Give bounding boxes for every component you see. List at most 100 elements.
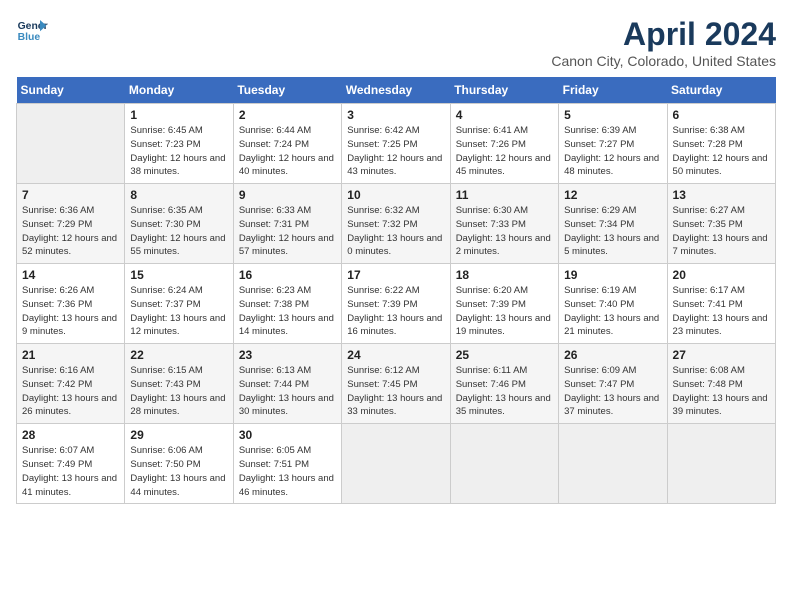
day-number: 6 bbox=[673, 108, 770, 122]
day-number: 4 bbox=[456, 108, 553, 122]
calendar-cell-w1-d5: 4Sunrise: 6:41 AMSunset: 7:26 PMDaylight… bbox=[450, 104, 558, 184]
calendar-cell-w4-d5: 25 Sunrise: 6:11 AMSunset: 7:46 PMDayligh… bbox=[450, 344, 558, 424]
day-number: 12 bbox=[564, 188, 661, 202]
calendar-table: Sunday Monday Tuesday Wednesday Thursday… bbox=[16, 77, 776, 504]
day-info: Sunrise: 6:45 AMSunset: 7:23 PMDaylight:… bbox=[130, 124, 227, 179]
calendar-cell-w5-d2: 29 Sunrise: 6:06 AMSunset: 7:50 PMDayligh… bbox=[125, 424, 233, 504]
calendar-cell-w5-d5 bbox=[450, 424, 558, 504]
calendar-cell-w4-d6: 26 Sunrise: 6:09 AMSunset: 7:47 PMDayligh… bbox=[559, 344, 667, 424]
day-number: 20 bbox=[673, 268, 770, 282]
day-number: 21 bbox=[22, 348, 119, 362]
calendar-cell-w2-d4: 10 Sunrise: 6:32 AMSunset: 7:32 PMDayligh… bbox=[342, 184, 450, 264]
day-number: 19 bbox=[564, 268, 661, 282]
calendar-cell-w5-d3: 30Sunrise: 6:05 AMSunset: 7:51 PMDayligh… bbox=[233, 424, 341, 504]
calendar-body: 1 Sunrise: 6:45 AMSunset: 7:23 PMDaylight… bbox=[17, 104, 776, 504]
day-info: Sunrise: 6:16 AMSunset: 7:42 PMDaylight:… bbox=[22, 364, 119, 419]
day-number: 24 bbox=[347, 348, 444, 362]
day-number: 2 bbox=[239, 108, 336, 122]
day-info: Sunrise: 6:13 AMSunset: 7:44 PMDaylight:… bbox=[239, 364, 336, 419]
day-number: 16 bbox=[239, 268, 336, 282]
calendar-cell-w2-d1: 7 Sunrise: 6:36 AMSunset: 7:29 PMDaylight… bbox=[17, 184, 125, 264]
day-info: Sunrise: 6:09 AMSunset: 7:47 PMDaylight:… bbox=[564, 364, 661, 419]
calendar-cell-w3-d4: 17 Sunrise: 6:22 AMSunset: 7:39 PMDayligh… bbox=[342, 264, 450, 344]
day-info: Sunrise: 6:42 AMSunset: 7:25 PMDaylight:… bbox=[347, 124, 444, 179]
calendar-cell-w4-d2: 22 Sunrise: 6:15 AMSunset: 7:43 PMDayligh… bbox=[125, 344, 233, 424]
day-info: Sunrise: 6:39 AMSunset: 7:27 PMDaylight:… bbox=[564, 124, 661, 179]
title-block: April 2024 Canon City, Colorado, United … bbox=[551, 16, 776, 69]
day-number: 23 bbox=[239, 348, 336, 362]
day-number: 17 bbox=[347, 268, 444, 282]
calendar-cell-w3-d2: 15Sunrise: 6:24 AMSunset: 7:37 PMDayligh… bbox=[125, 264, 233, 344]
day-info: Sunrise: 6:36 AMSunset: 7:29 PMDaylight:… bbox=[22, 204, 119, 259]
day-number: 28 bbox=[22, 428, 119, 442]
calendar-week-4: 21 Sunrise: 6:16 AMSunset: 7:42 PMDayligh… bbox=[17, 344, 776, 424]
calendar-cell-w5-d4 bbox=[342, 424, 450, 504]
calendar-header: Sunday Monday Tuesday Wednesday Thursday… bbox=[17, 77, 776, 104]
calendar-title: April 2024 bbox=[551, 16, 776, 53]
day-number: 5 bbox=[564, 108, 661, 122]
day-number: 14 bbox=[22, 268, 119, 282]
calendar-cell-w2-d7: 13Sunrise: 6:27 AMSunset: 7:35 PMDayligh… bbox=[667, 184, 775, 264]
day-number: 11 bbox=[456, 188, 553, 202]
day-number: 22 bbox=[130, 348, 227, 362]
day-number: 10 bbox=[347, 188, 444, 202]
calendar-cell-w3-d1: 14 Sunrise: 6:26 AMSunset: 7:36 PMDayligh… bbox=[17, 264, 125, 344]
day-info: Sunrise: 6:35 AMSunset: 7:30 PMDaylight:… bbox=[130, 204, 227, 259]
day-info: Sunrise: 6:11 AMSunset: 7:46 PMDaylight:… bbox=[456, 364, 553, 419]
col-friday: Friday bbox=[559, 77, 667, 104]
day-number: 29 bbox=[130, 428, 227, 442]
day-info: Sunrise: 6:32 AMSunset: 7:32 PMDaylight:… bbox=[347, 204, 444, 259]
calendar-cell-w4-d7: 27 Sunrise: 6:08 AMSunset: 7:48 PMDayligh… bbox=[667, 344, 775, 424]
day-info: Sunrise: 6:30 AMSunset: 7:33 PMDaylight:… bbox=[456, 204, 553, 259]
calendar-cell-w1-d4: 3Sunrise: 6:42 AMSunset: 7:25 PMDaylight… bbox=[342, 104, 450, 184]
calendar-cell-w3-d5: 18Sunrise: 6:20 AMSunset: 7:39 PMDayligh… bbox=[450, 264, 558, 344]
calendar-cell-w4-d4: 24 Sunrise: 6:12 AMSunset: 7:45 PMDayligh… bbox=[342, 344, 450, 424]
calendar-cell-w3-d3: 16Sunrise: 6:23 AMSunset: 7:38 PMDayligh… bbox=[233, 264, 341, 344]
day-info: Sunrise: 6:12 AMSunset: 7:45 PMDaylight:… bbox=[347, 364, 444, 419]
col-sunday: Sunday bbox=[17, 77, 125, 104]
calendar-subtitle: Canon City, Colorado, United States bbox=[551, 53, 776, 69]
day-info: Sunrise: 6:44 AMSunset: 7:24 PMDaylight:… bbox=[239, 124, 336, 179]
day-info: Sunrise: 6:22 AMSunset: 7:39 PMDaylight:… bbox=[347, 284, 444, 339]
day-info: Sunrise: 6:15 AMSunset: 7:43 PMDaylight:… bbox=[130, 364, 227, 419]
col-monday: Monday bbox=[125, 77, 233, 104]
day-number: 13 bbox=[673, 188, 770, 202]
calendar-cell-w4-d1: 21 Sunrise: 6:16 AMSunset: 7:42 PMDayligh… bbox=[17, 344, 125, 424]
day-number: 9 bbox=[239, 188, 336, 202]
calendar-week-2: 7 Sunrise: 6:36 AMSunset: 7:29 PMDaylight… bbox=[17, 184, 776, 264]
day-number: 25 bbox=[456, 348, 553, 362]
day-info: Sunrise: 6:24 AMSunset: 7:37 PMDaylight:… bbox=[130, 284, 227, 339]
day-number: 30 bbox=[239, 428, 336, 442]
col-wednesday: Wednesday bbox=[342, 77, 450, 104]
day-number: 7 bbox=[22, 188, 119, 202]
calendar-cell-w2-d6: 12 Sunrise: 6:29 AMSunset: 7:34 PMDayligh… bbox=[559, 184, 667, 264]
day-info: Sunrise: 6:26 AMSunset: 7:36 PMDaylight:… bbox=[22, 284, 119, 339]
general-blue-logo-icon: General Blue bbox=[16, 16, 48, 48]
calendar-cell-w1-d6: 5 Sunrise: 6:39 AMSunset: 7:27 PMDaylight… bbox=[559, 104, 667, 184]
calendar-week-5: 28 Sunrise: 6:07 AMSunset: 7:49 PMDayligh… bbox=[17, 424, 776, 504]
calendar-cell-w1-d2: 1 Sunrise: 6:45 AMSunset: 7:23 PMDaylight… bbox=[125, 104, 233, 184]
weekday-row: Sunday Monday Tuesday Wednesday Thursday… bbox=[17, 77, 776, 104]
calendar-cell-w1-d7: 6Sunrise: 6:38 AMSunset: 7:28 PMDaylight… bbox=[667, 104, 775, 184]
calendar-cell-w2-d5: 11 Sunrise: 6:30 AMSunset: 7:33 PMDayligh… bbox=[450, 184, 558, 264]
day-number: 8 bbox=[130, 188, 227, 202]
day-info: Sunrise: 6:08 AMSunset: 7:48 PMDaylight:… bbox=[673, 364, 770, 419]
calendar-cell-w5-d6 bbox=[559, 424, 667, 504]
day-info: Sunrise: 6:17 AMSunset: 7:41 PMDaylight:… bbox=[673, 284, 770, 339]
calendar-cell-w3-d6: 19 Sunrise: 6:19 AMSunset: 7:40 PMDayligh… bbox=[559, 264, 667, 344]
day-info: Sunrise: 6:20 AMSunset: 7:39 PMDaylight:… bbox=[456, 284, 553, 339]
col-saturday: Saturday bbox=[667, 77, 775, 104]
header: General Blue April 2024 Canon City, Colo… bbox=[16, 16, 776, 69]
day-number: 27 bbox=[673, 348, 770, 362]
calendar-cell-w3-d7: 20 Sunrise: 6:17 AMSunset: 7:41 PMDayligh… bbox=[667, 264, 775, 344]
day-info: Sunrise: 6:07 AMSunset: 7:49 PMDaylight:… bbox=[22, 444, 119, 499]
day-info: Sunrise: 6:29 AMSunset: 7:34 PMDaylight:… bbox=[564, 204, 661, 259]
day-info: Sunrise: 6:33 AMSunset: 7:31 PMDaylight:… bbox=[239, 204, 336, 259]
day-number: 26 bbox=[564, 348, 661, 362]
day-info: Sunrise: 6:06 AMSunset: 7:50 PMDaylight:… bbox=[130, 444, 227, 499]
svg-text:Blue: Blue bbox=[18, 32, 41, 43]
day-info: Sunrise: 6:19 AMSunset: 7:40 PMDaylight:… bbox=[564, 284, 661, 339]
logo: General Blue bbox=[16, 16, 48, 48]
col-tuesday: Tuesday bbox=[233, 77, 341, 104]
day-number: 1 bbox=[130, 108, 227, 122]
